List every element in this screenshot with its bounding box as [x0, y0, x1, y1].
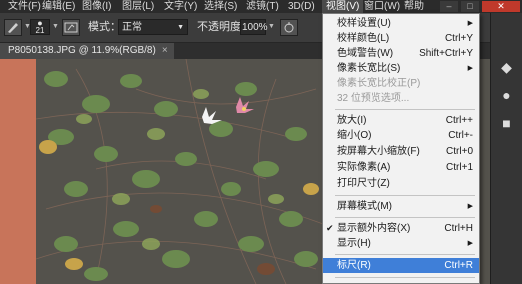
canvas-margin: [0, 59, 36, 284]
menu-filter[interactable]: 滤镜(T): [246, 0, 279, 13]
document-tab[interactable]: P8050138.JPG @ 11.9%(RGB/8) ×: [0, 43, 174, 59]
brush-size-value: 21: [35, 26, 45, 35]
menu-image[interactable]: 图像(I): [82, 0, 111, 13]
menu-help[interactable]: 帮助: [404, 0, 424, 13]
minimize-icon[interactable]: –: [440, 1, 458, 12]
menu-item-gamut-warning[interactable]: 色域警告(W) Shift+Ctrl+Y: [323, 46, 479, 61]
menu-item-screen-mode[interactable]: 屏幕模式(M) ▶: [323, 199, 479, 214]
tool-preset-icon[interactable]: [4, 19, 22, 36]
menu-view[interactable]: 视图(V): [322, 0, 364, 13]
maximize-icon[interactable]: □: [461, 1, 479, 12]
panel-expand-icon[interactable]: ◆: [496, 57, 517, 78]
chevron-down-icon[interactable]: ▼: [52, 23, 59, 30]
document-title: P8050138.JPG @ 11.9%(RGB/8): [8, 45, 156, 56]
menu-item-pixel-aspect-ratio[interactable]: 像素长宽比(S) ▶: [323, 61, 479, 76]
menu-item-print-size[interactable]: 打印尺寸(Z): [323, 176, 479, 191]
mode-label: 模式：: [88, 21, 121, 33]
menu-separator: [335, 254, 475, 255]
menu-item-extras[interactable]: ✔ 显示额外内容(X) Ctrl+H: [323, 221, 479, 236]
styles-panel-icon[interactable]: ■: [496, 113, 517, 134]
menu-item-rulers[interactable]: 标尺(R) Ctrl+R: [323, 258, 479, 273]
menu-window[interactable]: 窗口(W): [364, 0, 400, 13]
chevron-down-icon: ▼: [177, 24, 184, 31]
blend-mode-value: 正常: [122, 22, 142, 33]
menu-select[interactable]: 选择(S): [204, 0, 237, 13]
menu-item-proof-setup[interactable]: 校样设置(U) ▶: [323, 16, 479, 31]
menu-item-32bit-preview: 32 位预览选项...: [337, 93, 410, 104]
panel-dock: ◆ ● ■: [490, 13, 522, 284]
menu-item-actual-pixels[interactable]: 实际像素(A) Ctrl+1: [323, 160, 479, 175]
menu-file[interactable]: 文件(F): [8, 0, 41, 13]
menu-item-fit-on-screen[interactable]: 按屏幕大小缩放(F) Ctrl+0: [323, 144, 479, 159]
opacity-input[interactable]: 100%: [240, 19, 268, 35]
menu-separator: [335, 195, 475, 196]
menu-item-zoom-in[interactable]: 放大(I) Ctrl++: [323, 113, 479, 128]
menu-edit[interactable]: 编辑(E): [42, 0, 75, 13]
color-panel-icon[interactable]: ●: [496, 85, 517, 106]
submenu-arrow-icon: ▶: [467, 20, 473, 27]
menu-layer[interactable]: 图层(L): [122, 0, 154, 13]
menu-separator: [335, 277, 475, 278]
submenu-arrow-icon: ▶: [467, 240, 473, 247]
menu-separator: [335, 217, 475, 218]
close-tab-icon[interactable]: ×: [162, 45, 168, 56]
menu-item-proof-colors[interactable]: 校样颜色(L) Ctrl+Y: [323, 31, 479, 46]
menu-bar: 文件(F) 编辑(E) 图像(I) 图层(L) 文字(Y) 选择(S) 滤镜(T…: [0, 0, 522, 13]
menu-item-zoom-out[interactable]: 缩小(O) Ctrl+-: [323, 128, 479, 143]
menu-type[interactable]: 文字(Y): [164, 0, 197, 13]
submenu-arrow-icon: ▶: [467, 65, 473, 72]
close-window-icon[interactable]: ✕: [482, 1, 520, 12]
checkmark-icon: ✔: [326, 223, 334, 233]
blend-mode-select[interactable]: 正常 ▼: [118, 19, 188, 35]
pressure-opacity-icon[interactable]: [280, 19, 298, 36]
menu-separator: [335, 109, 475, 110]
submenu-arrow-icon: ▶: [467, 203, 473, 210]
menu-item-show[interactable]: 显示(H) ▶: [323, 236, 479, 251]
brush-size-picker[interactable]: ● 21: [30, 19, 50, 35]
view-menu-dropdown: 校样设置(U) ▶ 校样颜色(L) Ctrl+Y 色域警告(W) Shift+C…: [322, 13, 480, 284]
chevron-down-icon[interactable]: ▼: [268, 23, 275, 30]
brush-panel-toggle-icon[interactable]: [62, 19, 80, 36]
menu-item-pixel-aspect-correction: 像素长宽比校正(P): [337, 78, 421, 89]
menu-3d[interactable]: 3D(D): [288, 0, 315, 13]
